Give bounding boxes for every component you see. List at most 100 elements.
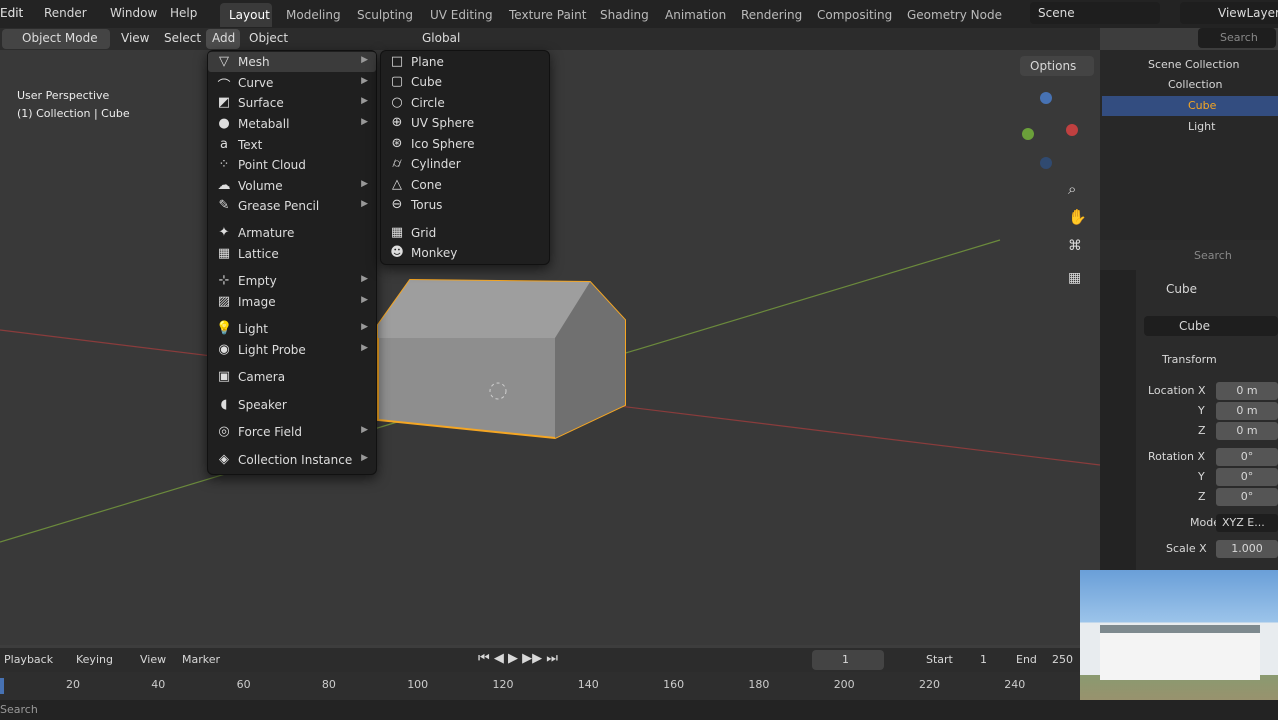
playhead[interactable] xyxy=(0,678,4,694)
submenu-arrow-icon: ▶ xyxy=(361,117,368,127)
rot-field-2[interactable]: 0° xyxy=(1216,488,1278,506)
object-menu[interactable]: Object xyxy=(249,31,288,45)
location-y-label: Y xyxy=(1198,404,1205,417)
tab-compositing[interactable]: Compositing xyxy=(817,8,892,22)
add-menu-item-text[interactable]: a Text xyxy=(208,135,376,155)
menu-edit-btn[interactable]: Edit xyxy=(0,6,23,20)
menu-render[interactable]: Render xyxy=(44,6,87,20)
add-menu-item-image[interactable]: ▨ Image ▶ xyxy=(208,292,376,312)
mesh-item-cone[interactable]: △ Cone xyxy=(381,175,549,195)
mesh-submenu: □ Plane ▢ Cube ○ Circle ⊕ UV Sphere ⊛ Ico Sphere ⌭… xyxy=(380,50,550,265)
view-menu[interactable]: View xyxy=(121,31,149,45)
add-menu-label: Image xyxy=(238,295,276,309)
add-menu-item-surface[interactable]: ◩ Surface ▶ xyxy=(208,93,376,113)
tab-layout[interactable]: Layout xyxy=(229,8,270,22)
mesh-item-uv-sphere[interactable]: ⊕ UV Sphere xyxy=(381,113,549,133)
loc-field-2[interactable]: 0 m xyxy=(1216,422,1278,440)
zoom-icon[interactable]: ⌕ xyxy=(1068,180,1076,198)
3d-viewport[interactable]: User Perspective (1) Collection | Cube O… xyxy=(0,50,1100,645)
mesh-item-ico-sphere[interactable]: ⊛ Ico Sphere xyxy=(381,134,549,154)
loc-field-1[interactable]: 0 m xyxy=(1216,402,1278,420)
timeline-tick: 60 xyxy=(236,678,251,691)
tab-modeling[interactable]: Modeling xyxy=(286,8,341,22)
tab-animation[interactable]: Animation xyxy=(665,8,726,22)
empty-icon: ⊹ xyxy=(218,273,230,288)
add-menu-label: Volume xyxy=(238,179,283,193)
tab-geometry-nodes[interactable]: Geometry Node xyxy=(907,8,1002,22)
tab-shading[interactable]: Shading xyxy=(600,8,649,22)
transform-panel-header[interactable]: Transform xyxy=(1162,353,1217,366)
add-menu-item-collection-instance[interactable]: ◈ Collection Instance ▶ xyxy=(208,450,376,470)
add-menu-item-metaball[interactable]: ● Metaball ▶ xyxy=(208,114,376,134)
add-menu-item-armature[interactable]: ✦ Armature xyxy=(208,223,376,243)
mesh-item-cylinder[interactable]: ⌭ Cylinder xyxy=(381,154,549,174)
add-menu-label: Curve xyxy=(238,76,274,90)
mesh-item-label: Cone xyxy=(411,178,442,192)
menu-help[interactable]: Help xyxy=(170,6,197,20)
view-menu-timeline[interactable]: View xyxy=(140,653,166,666)
scale-field-0[interactable]: 1.000 xyxy=(1216,540,1278,558)
mesh-item-label: Torus xyxy=(411,198,443,212)
object-name-field[interactable] xyxy=(1144,316,1278,336)
orientation-dropdown[interactable]: Global xyxy=(422,31,460,45)
add-menu-label: Mesh xyxy=(238,55,270,69)
timeline[interactable]: 20 40 60 80 100 120 140 160 180 200 220 240 xyxy=(0,672,1080,700)
add-menu-item-camera[interactable]: ▣ Camera xyxy=(208,367,376,387)
add-menu-item-mesh[interactable]: ▽ Mesh ▶ xyxy=(208,52,376,72)
text-icon: a xyxy=(220,137,228,152)
tab-texture-paint[interactable]: Texture Paint xyxy=(509,8,586,22)
add-menu-item-lattice[interactable]: ▦ Lattice xyxy=(208,244,376,264)
tab-sculpting[interactable]: Sculpting xyxy=(357,8,413,22)
properties-search[interactable]: Search xyxy=(1194,249,1232,262)
tab-uv-editing[interactable]: UV Editing xyxy=(430,8,493,22)
mesh-item-torus[interactable]: ⊖ Torus xyxy=(381,195,549,215)
scene-name: Scene xyxy=(1038,6,1075,20)
properties-object-name: Cube xyxy=(1166,282,1197,296)
end-frame[interactable]: 250 xyxy=(1052,653,1073,666)
tab-rendering[interactable]: Rendering xyxy=(741,8,802,22)
rot-field-0[interactable]: 0° xyxy=(1216,448,1278,466)
cone-icon: △ xyxy=(392,177,402,192)
add-menu[interactable]: Add xyxy=(212,31,235,45)
mesh-item-circle[interactable]: ○ Circle xyxy=(381,93,549,113)
navigation-gizmo[interactable] xyxy=(1010,90,1090,170)
rotation-z-label: Z xyxy=(1198,490,1206,503)
mesh-item-cube[interactable]: ▢ Cube xyxy=(381,72,549,92)
outliner-cube[interactable]: Cube xyxy=(1188,99,1216,112)
grid-ortho-icon[interactable]: ▦ xyxy=(1068,270,1081,286)
add-menu-item-speaker[interactable]: ◖ Speaker xyxy=(208,395,376,415)
surface-icon: ◩ xyxy=(217,95,231,110)
playback-menu[interactable]: Playback xyxy=(4,653,53,666)
mesh-item-label: UV Sphere xyxy=(411,116,475,130)
add-menu-label: Light xyxy=(238,322,268,336)
menu-window[interactable]: Window xyxy=(110,6,157,20)
camera-view-icon[interactable]: ⌘ xyxy=(1068,238,1082,254)
rotation-mode-dropdown[interactable]: XYZ E... xyxy=(1216,514,1278,532)
outliner-light[interactable]: Light xyxy=(1188,120,1215,133)
start-frame[interactable]: 1 xyxy=(980,653,987,666)
timeline-tick: 160 xyxy=(663,678,685,691)
add-menu-item-volume[interactable]: ☁ Volume ▶ xyxy=(208,176,376,196)
add-menu-item-light-probe[interactable]: ◉ Light Probe ▶ xyxy=(208,340,376,360)
pan-hand-icon[interactable]: ✋ xyxy=(1068,208,1087,226)
keying-menu[interactable]: Keying xyxy=(76,653,113,666)
rot-field-1[interactable]: 0° xyxy=(1216,468,1278,486)
playback-controls-icon[interactable]: ⏮ ◀ ▶ ▶▶ ⏭ xyxy=(478,651,558,666)
collection-label[interactable]: Collection xyxy=(1168,78,1222,91)
mesh-item-grid[interactable]: ▦ Grid xyxy=(381,223,549,243)
add-menu-item-grease-pencil[interactable]: ✎ Grease Pencil ▶ xyxy=(208,196,376,216)
submenu-arrow-icon: ▶ xyxy=(361,96,368,106)
timeline-tick: 20 xyxy=(66,678,80,691)
mode-label: Object Mode xyxy=(22,31,98,45)
loc-field-0[interactable]: 0 m xyxy=(1216,382,1278,400)
add-menu-item-empty[interactable]: ⊹ Empty ▶ xyxy=(208,271,376,291)
add-menu-item-point-cloud[interactable]: ⁘ Point Cloud xyxy=(208,155,376,175)
mesh-item-plane[interactable]: □ Plane xyxy=(381,52,549,72)
mesh-item-monkey[interactable]: ☻ Monkey xyxy=(381,243,549,263)
location-z-label: Z xyxy=(1198,424,1206,437)
add-menu-item-force-field[interactable]: ◎ Force Field ▶ xyxy=(208,422,376,442)
marker-menu[interactable]: Marker xyxy=(182,653,220,666)
add-menu-item-curve[interactable]: ⌒ Curve ▶ xyxy=(208,73,376,94)
add-menu-item-light[interactable]: 💡 Light ▶ xyxy=(208,319,376,339)
select-menu[interactable]: Select xyxy=(164,31,201,45)
